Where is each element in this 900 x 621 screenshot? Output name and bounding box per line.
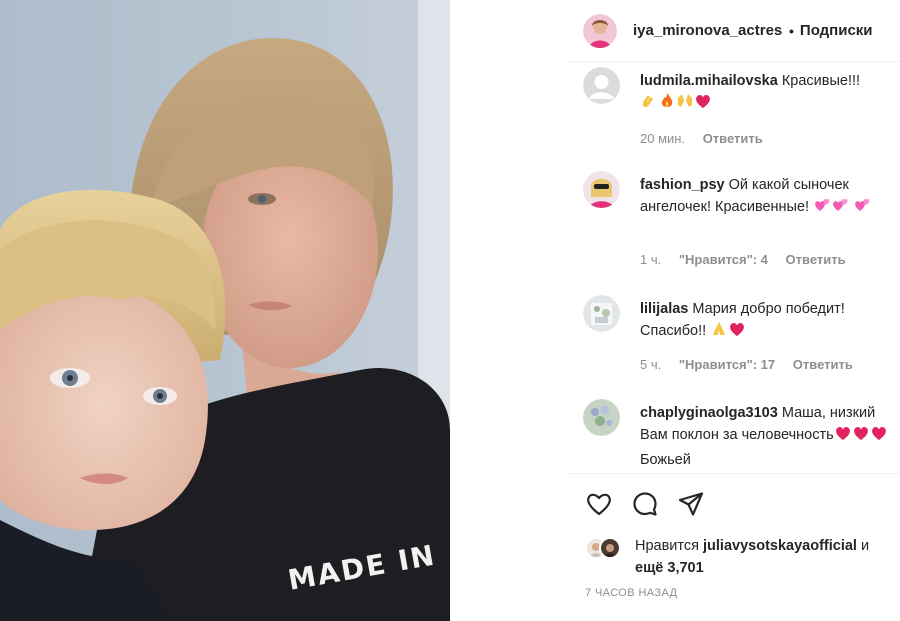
- likes-and: и: [860, 538, 870, 554]
- comments-list[interactable]: ludmila.mihailovska Красивые!!! 20 мин. …: [566, 63, 900, 473]
- heart-icon: [587, 493, 611, 516]
- folded-hands-icon: [710, 320, 728, 345]
- comment-meta: 5 ч. "Нравится": 17 Ответить: [640, 357, 867, 372]
- post-sidebar: iya_mironova_actress • Подписки ludmila.…: [566, 0, 900, 621]
- share-button[interactable]: [675, 488, 707, 520]
- likes-others-count[interactable]: ещё 3,701: [635, 560, 704, 576]
- red-heart-icon: [728, 320, 746, 345]
- reply-button[interactable]: Ответить: [786, 252, 846, 267]
- comment-like-count[interactable]: "Нравится": 4: [679, 252, 768, 267]
- commenter-avatar[interactable]: [583, 171, 620, 208]
- reply-button[interactable]: Ответить: [703, 131, 763, 146]
- comment-meta: 20 мин. Ответить: [640, 131, 777, 146]
- pink-hearts-icon: [831, 196, 849, 221]
- comment-time[interactable]: 1 ч.: [640, 252, 661, 267]
- comment-author[interactable]: fashion_psy: [640, 177, 725, 193]
- comment-author[interactable]: lilijalas: [640, 301, 688, 317]
- comment-button[interactable]: [629, 488, 661, 520]
- post-photo: MADE IN: [0, 0, 566, 621]
- likes-text: Нравится juliavysotskayaofficial и ещё 3…: [635, 535, 900, 579]
- action-bar: [583, 488, 721, 520]
- comment-body: chaplyginaolga3103 Маша, низкий Вам покл…: [640, 402, 890, 471]
- red-heart-icon: [694, 92, 712, 117]
- pink-hearts-icon: [853, 196, 871, 221]
- comment-meta: 1 ч. "Нравится": 4 Ответить: [640, 252, 860, 267]
- commenter-avatar[interactable]: [583, 67, 620, 104]
- comment-body: lilijalas Мария добро победит! Спасибо!!: [640, 298, 890, 345]
- like-button[interactable]: [583, 488, 615, 520]
- red-heart-icon: [870, 424, 888, 449]
- comment-body: fashion_psy Ой какой сыночек ангелочек! …: [640, 174, 890, 221]
- comment-author[interactable]: ludmila.mihailovska: [640, 73, 778, 89]
- follow-button[interactable]: Подписки: [800, 22, 873, 39]
- pink-hearts-icon: [813, 196, 831, 221]
- separator-dot: •: [789, 22, 794, 39]
- commenter-avatar[interactable]: [583, 399, 620, 436]
- comment-bubble-icon: [633, 492, 657, 516]
- actions-divider: [566, 473, 900, 474]
- reply-button[interactable]: Ответить: [793, 357, 853, 372]
- liker-avatar: [599, 537, 621, 559]
- comment-time[interactable]: 5 ч.: [640, 357, 661, 372]
- clapping-hands-icon: [640, 92, 658, 117]
- comment-text-continued: Божьей: [640, 452, 691, 468]
- comment-time[interactable]: 20 мин.: [640, 131, 685, 146]
- comment-body: ludmila.mihailovska Красивые!!!: [640, 70, 890, 117]
- post-header: iya_mironova_actress • Подписки: [566, 0, 900, 62]
- raising-hands-icon: [676, 92, 694, 117]
- paper-plane-icon: [678, 492, 704, 516]
- fire-icon: [658, 92, 676, 117]
- liker-username[interactable]: juliavysotskayaofficial: [703, 538, 857, 554]
- red-heart-icon: [834, 424, 852, 449]
- author-avatar[interactable]: [583, 13, 617, 48]
- likes-prefix: Нравится: [635, 538, 699, 554]
- post-timestamp[interactable]: 7 часов назад: [585, 587, 677, 599]
- commenter-avatar[interactable]: [583, 295, 620, 332]
- author-username[interactable]: iya_mironova_actress: [633, 22, 783, 39]
- liker-avatars[interactable]: [585, 537, 627, 559]
- comment-text: Красивые!!!: [781, 73, 861, 89]
- red-heart-icon: [852, 424, 870, 449]
- comment-author[interactable]: chaplyginaolga3103: [640, 405, 778, 421]
- comment-like-count[interactable]: "Нравится": 17: [679, 357, 775, 372]
